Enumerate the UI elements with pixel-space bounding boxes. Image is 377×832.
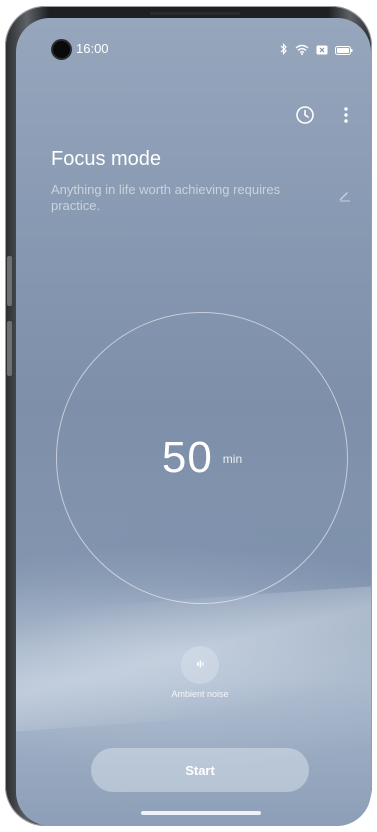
history-button[interactable] (294, 105, 316, 130)
sim-off-icon (316, 42, 328, 60)
wifi-icon (295, 42, 309, 60)
bluetooth-icon (280, 42, 288, 60)
timer-unit: min (222, 452, 243, 466)
more-vertical-icon (344, 106, 348, 129)
start-button[interactable]: Start (91, 748, 309, 792)
sound-wave-icon (195, 656, 205, 674)
battery-icon (335, 42, 353, 60)
speaker-grille (150, 12, 240, 15)
power-button (7, 321, 12, 376)
pencil-icon (338, 188, 352, 207)
top-actions (16, 105, 371, 132)
page-title: Focus mode (51, 148, 162, 170)
edit-quote-button[interactable] (336, 188, 354, 206)
timer-dial[interactable]: 50 min (56, 312, 348, 604)
screen: 16:00 Focus mode Anything in life worth … (16, 18, 371, 826)
more-options-button[interactable] (336, 106, 356, 128)
home-indicator[interactable] (141, 811, 261, 815)
motivational-quote: Anything in life worth achieving require… (51, 182, 281, 213)
status-icons (280, 42, 353, 60)
status-bar: 16:00 (16, 18, 371, 62)
ambient-noise-button[interactable] (181, 646, 219, 684)
front-camera (53, 41, 70, 58)
ambient-noise-label: Ambient noise (171, 689, 229, 699)
phone-frame: 16:00 Focus mode Anything in life worth … (5, 6, 372, 826)
status-time: 16:00 (76, 41, 109, 56)
timer-value: 50 (161, 433, 213, 482)
clock-icon (295, 105, 315, 130)
timer-display: 50 min (57, 313, 347, 603)
volume-button (7, 256, 12, 306)
